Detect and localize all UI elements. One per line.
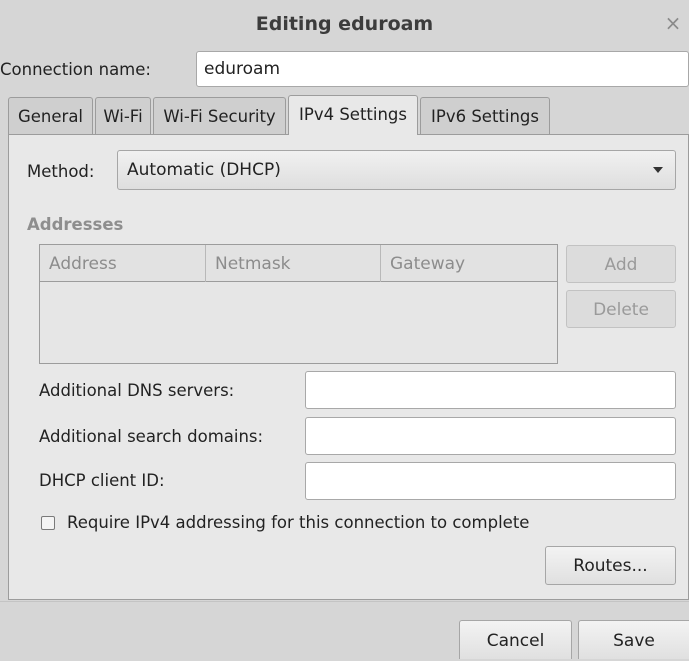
- dns-servers-input[interactable]: [305, 371, 676, 409]
- routes-button[interactable]: Routes...: [545, 546, 676, 585]
- close-icon[interactable]: ×: [662, 12, 684, 34]
- method-dropdown[interactable]: Automatic (DHCP): [117, 150, 676, 190]
- require-ipv4-label[interactable]: Require IPv4 addressing for this connect…: [67, 511, 529, 535]
- method-label: Method:: [27, 162, 95, 181]
- tab-ipv4-settings[interactable]: IPv4 Settings: [288, 95, 418, 136]
- addresses-table[interactable]: Address Netmask Gateway: [39, 244, 558, 364]
- add-button[interactable]: Add: [566, 245, 676, 283]
- tab-ipv6-settings[interactable]: IPv6 Settings: [420, 97, 550, 135]
- footer-separator: [0, 601, 689, 602]
- save-button[interactable]: Save: [578, 620, 689, 659]
- active-tab-joint: [289, 133, 417, 136]
- chevron-down-icon: [653, 167, 663, 173]
- delete-button[interactable]: Delete: [566, 290, 676, 328]
- dhcp-client-id-input[interactable]: [305, 462, 676, 500]
- method-value: Automatic (DHCP): [127, 160, 281, 180]
- tab-general[interactable]: General: [8, 97, 93, 135]
- cancel-button[interactable]: Cancel: [459, 620, 572, 659]
- window-title: Editing eduroam: [255, 13, 434, 35]
- dns-servers-label: Additional DNS servers:: [39, 381, 235, 400]
- column-netmask[interactable]: Netmask: [206, 245, 381, 282]
- connection-name-label: Connection name:: [0, 60, 151, 79]
- connection-name-input[interactable]: eduroam: [196, 51, 689, 87]
- dhcp-client-id-label: DHCP client ID:: [39, 471, 165, 490]
- checkbox-icon[interactable]: [41, 516, 55, 530]
- tab-wifi-security[interactable]: Wi-Fi Security: [153, 97, 286, 135]
- column-gateway[interactable]: Gateway: [381, 245, 557, 282]
- search-domains-input[interactable]: [305, 417, 676, 455]
- column-address[interactable]: Address: [40, 245, 206, 282]
- search-domains-label: Additional search domains:: [39, 427, 264, 446]
- addresses-table-header: Address Netmask Gateway: [40, 245, 557, 282]
- tab-wifi[interactable]: Wi-Fi: [95, 97, 151, 135]
- addresses-heading: Addresses: [27, 215, 124, 234]
- connection-name-value: eduroam: [204, 59, 281, 79]
